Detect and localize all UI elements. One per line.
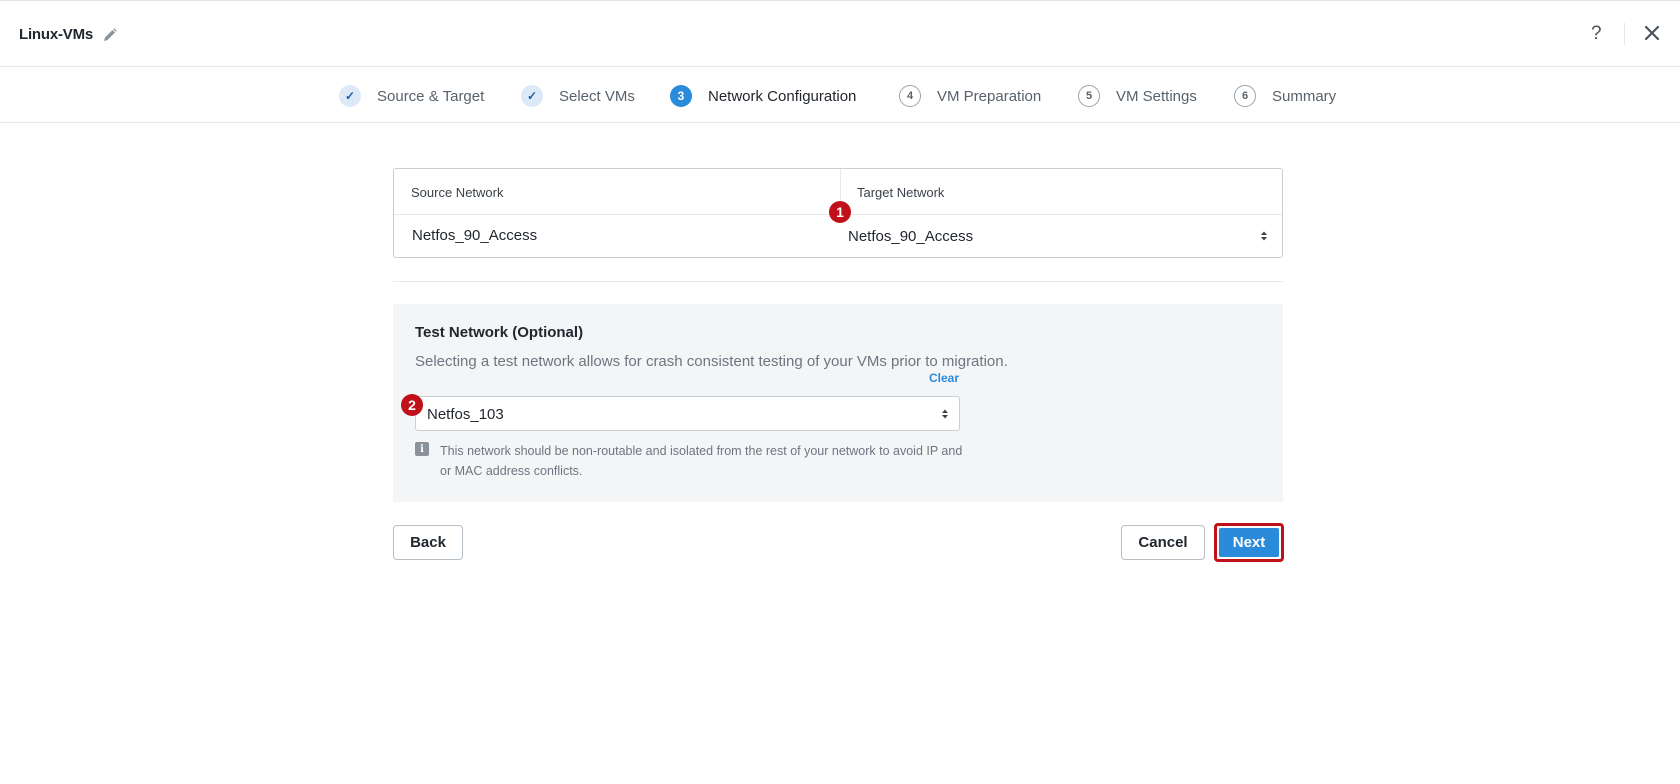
clear-link[interactable]: Clear	[929, 371, 959, 385]
target-network-header: Target Network	[857, 185, 945, 200]
check-icon: ✓	[339, 85, 361, 107]
back-button[interactable]: Back	[393, 525, 463, 560]
step-number-badge: 6	[1234, 85, 1256, 107]
sort-caret-icon	[1261, 231, 1267, 241]
pencil-icon[interactable]	[102, 27, 118, 43]
wizard-header: Linux-VMs ?	[0, 1, 1680, 67]
next-button-highlight: Next	[1214, 523, 1284, 562]
source-network-value: Netfos_90_Access	[412, 227, 538, 244]
annotation-marker-2: 2	[401, 394, 423, 416]
step-label: Summary	[1272, 87, 1337, 105]
help-button[interactable]: ?	[1591, 23, 1602, 45]
info-message: This network should be non-routable and …	[440, 444, 963, 478]
check-icon: ✓	[521, 85, 543, 107]
step-label: Select VMs	[559, 87, 635, 105]
target-network-value: Netfos_90_Access	[848, 228, 974, 245]
source-network-header: Source Network	[411, 185, 504, 200]
step-label: VM Preparation	[937, 87, 1042, 105]
step-network-configuration[interactable]: 3 Network Configuration	[670, 84, 856, 108]
sort-caret-icon	[942, 409, 948, 419]
wizard-stepper: ✓ Source & Target ✓ Select VMs 3 Network…	[0, 68, 1680, 123]
next-button[interactable]: Next	[1219, 528, 1279, 557]
test-network-panel: Test Network (Optional) Selecting a test…	[393, 304, 1283, 502]
test-network-value: Netfos_103	[427, 406, 504, 423]
step-vm-settings[interactable]: 5 VM Settings	[1078, 84, 1197, 108]
step-number-badge: 4	[899, 85, 921, 107]
test-network-title: Test Network (Optional)	[415, 324, 584, 341]
step-vm-preparation[interactable]: 4 VM Preparation	[899, 84, 1041, 108]
step-label: Network Configuration	[708, 87, 857, 105]
step-number-badge: 5	[1078, 85, 1100, 107]
step-label: Source & Target	[377, 87, 485, 105]
step-summary[interactable]: 6 Summary	[1234, 84, 1336, 108]
target-network-select[interactable]: Netfos_90_Access	[840, 215, 1282, 257]
section-divider	[393, 281, 1283, 282]
cancel-button[interactable]: Cancel	[1121, 525, 1205, 560]
test-network-description: Selecting a test network allows for cras…	[415, 353, 1008, 370]
step-source-target[interactable]: ✓ Source & Target	[339, 84, 484, 108]
step-number-badge: 3	[670, 85, 692, 107]
annotation-marker-1: 1	[829, 201, 851, 223]
info-icon: i	[415, 442, 429, 456]
plan-title: Linux-VMs	[19, 26, 94, 43]
test-network-select[interactable]: Netfos_103	[415, 396, 960, 431]
step-label: VM Settings	[1116, 87, 1197, 105]
header-divider	[1624, 23, 1625, 45]
close-icon[interactable]	[1643, 24, 1661, 42]
step-select-vms[interactable]: ✓ Select VMs	[521, 84, 635, 108]
